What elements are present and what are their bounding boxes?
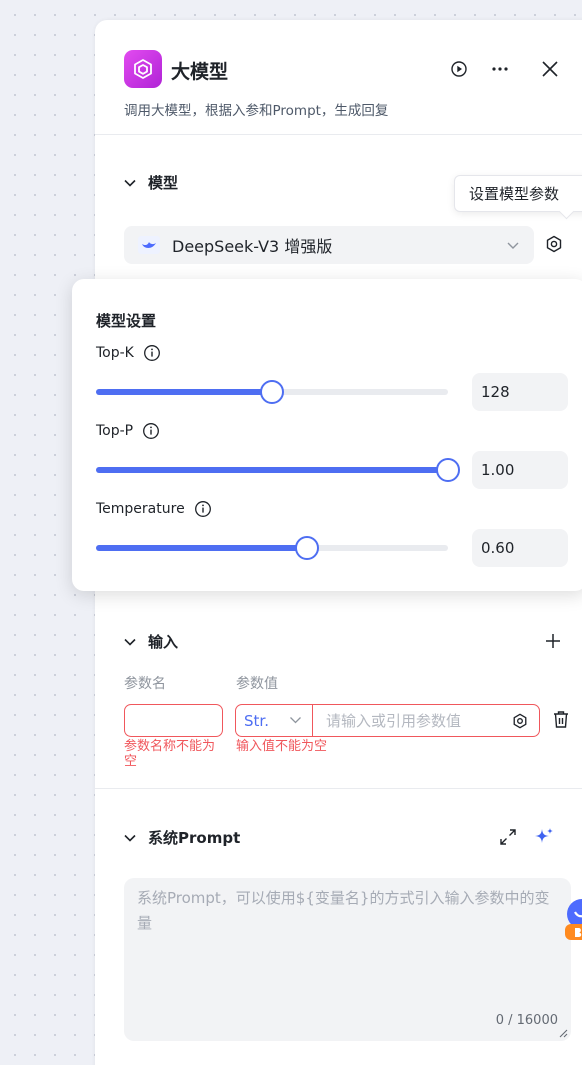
deepseek-logo-icon	[138, 236, 160, 254]
divider	[95, 134, 582, 135]
ai-sparkle-icon[interactable]	[532, 825, 556, 849]
param-name: Temperature	[96, 501, 185, 517]
info-icon[interactable]	[194, 500, 212, 518]
param-value-error: 输入值不能为空	[236, 739, 328, 754]
slider-fill	[96, 467, 448, 473]
param-name: Top-P	[96, 423, 134, 439]
input-section-title: 输入	[148, 633, 179, 651]
column-header-param-value: 参数值	[236, 676, 278, 692]
param-name-input[interactable]	[124, 704, 223, 737]
param-name-error: 参数名称不能为空	[124, 739, 216, 769]
model-settings-tooltip: 设置模型参数	[454, 175, 582, 212]
chevron-down-icon	[290, 717, 301, 724]
temperature-value-input[interactable]: 0.60	[472, 529, 568, 567]
type-select-value: Str.	[244, 711, 269, 730]
assistant-bot-icon[interactable]	[565, 896, 582, 940]
character-counter: 0 / 16000	[495, 1013, 558, 1028]
tooltip-text: 设置模型参数	[469, 185, 560, 203]
slider-fill	[96, 545, 308, 551]
model-settings-title: 模型设置	[96, 312, 157, 330]
param-label-temperature: Temperature	[96, 500, 212, 518]
column-header-param-name: 参数名	[124, 676, 166, 692]
param-label-top-p: Top-P	[96, 422, 160, 440]
top-k-slider[interactable]	[96, 380, 448, 404]
slider-fill	[96, 389, 272, 395]
value-text: 1.00	[481, 461, 515, 479]
model-section-header[interactable]: 模型	[124, 172, 178, 193]
node-description: 调用大模型，根据入参和Prompt，生成回复	[124, 103, 389, 119]
model-section-title: 模型	[148, 174, 179, 192]
system-prompt-textarea[interactable]: 系统Prompt，可以使用${变量名}的方式引入输入参数中的变量 0 / 160…	[124, 878, 571, 1041]
gear-icon[interactable]	[512, 713, 528, 729]
input-section-header[interactable]: 输入	[124, 631, 178, 652]
model-select[interactable]: DeepSeek-V3 增强版	[124, 226, 534, 264]
close-icon[interactable]	[538, 57, 562, 81]
value-text: 128	[481, 383, 510, 401]
info-icon[interactable]	[142, 422, 160, 440]
chevron-down-icon	[124, 638, 136, 646]
value-text: 0.60	[481, 539, 515, 557]
model-settings-gear-icon[interactable]	[543, 233, 565, 255]
info-icon[interactable]	[143, 344, 161, 362]
chevron-down-icon	[507, 242, 519, 249]
add-input-icon[interactable]	[543, 631, 563, 651]
param-value-input[interactable]: 请输入或引用参数值	[326, 705, 461, 736]
slider-thumb[interactable]	[295, 536, 320, 560]
param-value-placeholder: 请输入或引用参数值	[326, 712, 462, 730]
slider-thumb[interactable]	[436, 458, 460, 482]
divider	[95, 788, 582, 789]
expand-icon[interactable]	[497, 826, 519, 848]
param-name: Top-K	[96, 345, 134, 361]
resize-handle-icon[interactable]	[558, 1028, 568, 1038]
slider-thumb[interactable]	[260, 380, 284, 404]
selected-model-name: DeepSeek-V3 增强版	[172, 237, 333, 256]
type-select[interactable]: Str.	[236, 705, 313, 736]
chevron-down-icon	[124, 834, 136, 842]
llm-node-icon	[124, 50, 162, 88]
top-p-value-input[interactable]: 1.00	[472, 451, 568, 489]
top-p-slider[interactable]	[96, 458, 460, 482]
trash-icon[interactable]	[550, 708, 572, 730]
run-icon[interactable]	[448, 58, 470, 80]
system-prompt-header[interactable]: 系统Prompt	[124, 827, 240, 848]
param-value-group: Str. 请输入或引用参数值	[235, 704, 540, 737]
system-prompt-title: 系统Prompt	[148, 829, 241, 847]
page-title: 大模型	[171, 61, 229, 83]
more-icon[interactable]	[488, 58, 512, 80]
top-k-value-input[interactable]: 128	[472, 373, 568, 411]
param-label-top-k: Top-K	[96, 344, 161, 362]
chevron-down-icon	[124, 179, 136, 187]
system-prompt-placeholder: 系统Prompt，可以使用${变量名}的方式引入输入参数中的变量	[137, 889, 550, 932]
temperature-slider[interactable]	[96, 536, 448, 560]
model-settings-popover: 模型设置 Top-K 128 Top-P 1.00 Temperature 0.…	[72, 279, 582, 591]
